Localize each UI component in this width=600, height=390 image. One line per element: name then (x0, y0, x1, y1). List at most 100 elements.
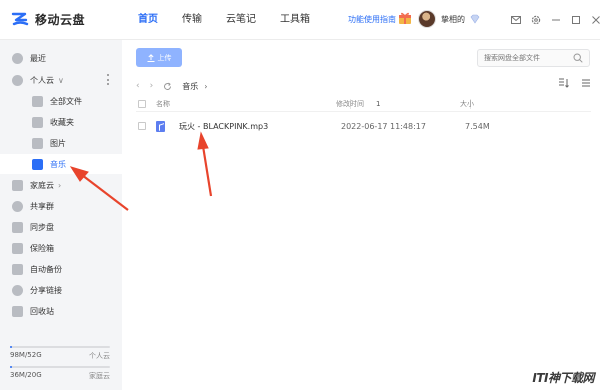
sidebar-item-label: 共享群 (30, 201, 54, 211)
username[interactable]: 挚相的 (441, 14, 465, 25)
table-row[interactable]: 玩火 - BLACKPINK.mp3 2022-06-17 11:48:17 7… (136, 112, 591, 140)
nav-toolbox[interactable]: 工具箱 (280, 0, 310, 40)
folder-icon (12, 263, 23, 275)
sidebar-item-sync-drive[interactable]: 同步盘 (0, 217, 122, 237)
chevron-down-icon: ∨ (58, 75, 64, 85)
sidebar-item-label: 收藏夹 (50, 117, 74, 127)
user-avatar[interactable] (418, 10, 436, 28)
header-modified-time[interactable]: 修改时间 1 (336, 99, 460, 109)
sidebar-item-auto-backup[interactable]: 自动备份 (0, 259, 122, 279)
cloud-icon (12, 74, 23, 86)
top-bar: 移动云盘 首页 传输 云笔记 工具箱 功能使用指南 挚相的 (0, 0, 600, 40)
sidebar-item-recent[interactable]: 最近 (0, 48, 122, 68)
file-modified-time: 2022-06-17 11:48:17 (341, 121, 426, 131)
sidebar-item-label: 图片 (50, 138, 66, 148)
sidebar-item-all-files[interactable]: 全部文件 (0, 91, 122, 111)
storage-used: 98M/52G (10, 351, 42, 359)
app-title: 移动云盘 (35, 12, 86, 27)
sidebar-item-label: 分享链接 (30, 285, 62, 295)
search-box (477, 49, 590, 67)
sort-indicator: 1 (376, 99, 381, 108)
storage-used: 36M/20G (10, 371, 42, 379)
sidebar-item-label: 全部文件 (50, 96, 82, 106)
view-controls (546, 78, 591, 91)
app-logo: 移动云盘 (10, 10, 85, 28)
app-window: 移动云盘 首页 传输 云笔记 工具箱 功能使用指南 挚相的 最近 个人云 ∨ 全… (0, 0, 600, 390)
nav-home[interactable]: 首页 (138, 0, 158, 40)
gift-icon[interactable] (398, 11, 412, 25)
main-nav: 首页 传输 云笔记 工具箱 (138, 0, 334, 40)
sidebar-item-share-links[interactable]: 分享链接 (0, 280, 122, 300)
more-options-icon[interactable] (107, 74, 110, 85)
minimize-icon[interactable] (548, 12, 564, 28)
storage-bar (10, 366, 110, 368)
sidebar-item-label: 保险箱 (30, 243, 54, 253)
upload-label: 上传 (157, 53, 172, 62)
sidebar-item-label: 自动备份 (30, 264, 62, 274)
storage-label: 家庭云 (89, 372, 110, 380)
sync-icon (12, 221, 23, 233)
sidebar: 最近 个人云 ∨ 全部文件 收藏夹 图片 音乐 家庭云 › 共享群 同步盘 保险… (0, 40, 122, 390)
star-icon (32, 116, 43, 128)
sidebar-item-pictures[interactable]: 图片 (0, 133, 122, 153)
file-table: 名称 修改时间 1 大小 玩火 - BLACKPINK.mp3 2022-06-… (136, 96, 591, 140)
home-icon (12, 179, 23, 191)
header-name[interactable]: 名称 (156, 99, 336, 109)
feature-guide-link[interactable]: 功能使用指南 (348, 14, 396, 25)
sidebar-item-label: 最近 (30, 53, 46, 63)
maximize-icon[interactable] (568, 12, 584, 28)
forward-icon[interactable]: › (150, 81, 154, 91)
upload-icon (147, 53, 154, 62)
sidebar-item-label: 回收站 (30, 306, 54, 316)
table-header: 名称 修改时间 1 大小 (136, 96, 591, 112)
nav-transfer[interactable]: 传输 (182, 0, 202, 40)
music-icon (32, 158, 43, 170)
toolbar: 上传 (136, 48, 182, 67)
header-size[interactable]: 大小 (460, 99, 560, 109)
cloud-logo-icon (11, 12, 29, 26)
list-view-icon[interactable] (581, 78, 591, 91)
share-icon (12, 284, 23, 296)
sidebar-item-favorites[interactable]: 收藏夹 (0, 112, 122, 132)
path-bar: ‹ › 音乐 › (136, 78, 591, 94)
file-name[interactable]: 玩火 - BLACKPINK.mp3 (179, 121, 341, 132)
sidebar-item-label: 家庭云 (30, 180, 54, 190)
all-files-icon (32, 95, 43, 107)
upload-button[interactable]: 上传 (136, 48, 182, 67)
search-icon[interactable] (573, 53, 583, 63)
trash-icon (12, 305, 23, 317)
sidebar-item-music[interactable]: 音乐 (0, 154, 122, 174)
close-icon[interactable] (588, 12, 600, 28)
clock-icon (12, 52, 23, 64)
nav-cloud-notes[interactable]: 云笔记 (226, 0, 256, 40)
watermark: ITI神下载网 (532, 371, 594, 385)
sort-list-icon[interactable] (558, 78, 569, 91)
search-input[interactable] (478, 50, 568, 66)
mail-icon[interactable] (508, 12, 524, 28)
settings-icon[interactable] (528, 12, 544, 28)
refresh-icon[interactable] (163, 82, 172, 91)
sidebar-item-shared-groups[interactable]: 共享群 (0, 196, 122, 216)
safe-icon (12, 242, 23, 254)
diamond-vip-icon[interactable] (469, 13, 481, 25)
select-all-checkbox[interactable] (138, 99, 146, 108)
sidebar-item-label: 音乐 (50, 159, 66, 169)
header-time-label: 修改时间 (336, 99, 364, 108)
file-size: 7.54M (465, 121, 490, 131)
music-file-icon (156, 120, 165, 132)
row-checkbox[interactable] (138, 122, 146, 130)
group-icon (12, 200, 23, 212)
sidebar-item-personal-cloud[interactable]: 个人云 ∨ (0, 70, 122, 90)
sidebar-item-safe-box[interactable]: 保险箱 (0, 238, 122, 258)
sidebar-item-label: 个人云 (30, 75, 54, 85)
image-icon (32, 137, 43, 149)
breadcrumb-current[interactable]: 音乐 (182, 81, 198, 92)
sidebar-item-family-cloud[interactable]: 家庭云 › (0, 175, 122, 195)
breadcrumb-chevron-icon: › (204, 81, 208, 91)
arrow-to-file (197, 131, 213, 197)
back-icon[interactable]: ‹ (136, 81, 140, 91)
personal-storage: 98M/52G 个人云 (10, 346, 110, 361)
storage-bar (10, 346, 110, 348)
sidebar-item-recycle-bin[interactable]: 回收站 (0, 301, 122, 321)
family-storage: 36M/20G 家庭云 (10, 366, 110, 381)
